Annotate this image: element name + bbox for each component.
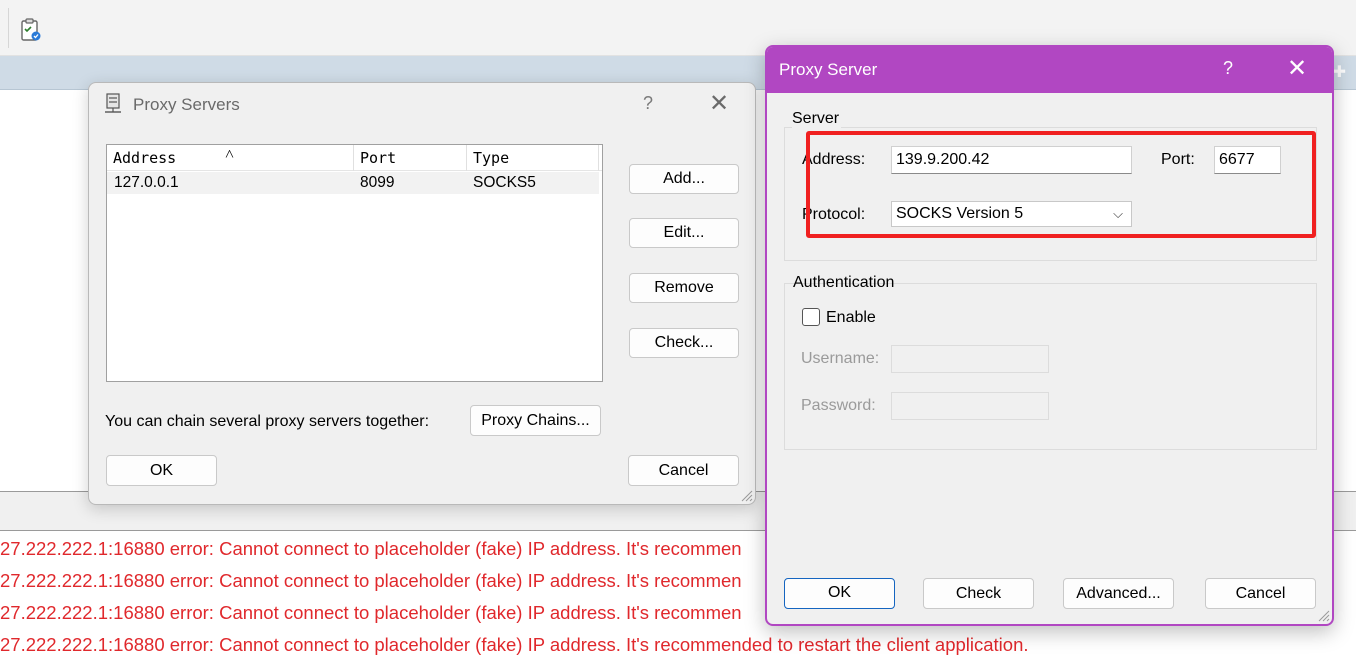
log-line: 27.222.222.1:16880 error: Cannot connect…: [0, 634, 1029, 655]
log-line: 27.222.222.1:16880 error: Cannot connect…: [0, 602, 742, 623]
proxy-servers-titlebar[interactable]: Proxy Servers ? ✕: [89, 83, 755, 127]
server-group-label: Server: [792, 110, 842, 128]
sort-ascending-icon: ˄: [225, 144, 235, 163]
username-label: Username:: [801, 350, 880, 367]
enable-checkbox[interactable]: [802, 308, 820, 326]
list-header: Address ˄ Port Type: [107, 144, 602, 171]
ok-button[interactable]: OK: [784, 578, 895, 609]
remove-button[interactable]: Remove: [629, 273, 739, 303]
proxy-chains-button[interactable]: Proxy Chains...: [470, 405, 601, 436]
chain-label: You can chain several proxy servers toge…: [105, 413, 430, 430]
close-icon[interactable]: ✕: [1287, 54, 1307, 83]
resize-grip-icon[interactable]: [1316, 608, 1330, 622]
proxy-servers-dialog: Proxy Servers ? ✕ Address ˄ Port Type 12…: [88, 82, 756, 505]
cell-port: 8099: [360, 174, 395, 191]
proxy-server-titlebar[interactable]: Proxy Server ? ✕: [767, 47, 1332, 93]
pin-icon[interactable]: ✚: [1333, 62, 1346, 82]
toolbar-separator: [8, 8, 9, 48]
enable-label[interactable]: Enable: [826, 309, 876, 327]
password-label: Password:: [801, 397, 876, 414]
help-icon[interactable]: ?: [643, 93, 653, 114]
check-button[interactable]: Check: [923, 578, 1034, 609]
add-button[interactable]: Add...: [629, 164, 739, 194]
red-highlight-box: [806, 131, 1316, 238]
column-header-address[interactable]: Address ˄: [107, 144, 354, 171]
clipboard-check-icon[interactable]: [20, 18, 42, 42]
help-icon[interactable]: ?: [1223, 58, 1233, 79]
log-line: 27.222.222.1:16880 error: Cannot connect…: [0, 538, 742, 559]
dialog-title: Proxy Servers: [133, 95, 240, 114]
proxy-list[interactable]: Address ˄ Port Type 127.0.0.1 8099 SOCKS…: [106, 144, 603, 382]
cell-type: SOCKS5: [473, 174, 536, 191]
username-field[interactable]: [891, 345, 1049, 373]
dialog-title: Proxy Server: [779, 60, 878, 79]
close-icon[interactable]: ✕: [709, 89, 729, 118]
password-field[interactable]: [891, 392, 1049, 420]
check-button[interactable]: Check...: [629, 328, 739, 358]
cell-address: 127.0.0.1: [114, 174, 179, 191]
column-header-type[interactable]: Type: [467, 145, 599, 171]
table-row[interactable]: 127.0.0.1 8099 SOCKS5: [107, 172, 599, 194]
resize-grip-icon[interactable]: [739, 488, 753, 502]
ok-button[interactable]: OK: [106, 455, 217, 486]
server-icon: [105, 93, 121, 113]
authentication-group-label: Authentication: [793, 274, 895, 291]
cancel-button[interactable]: Cancel: [1205, 578, 1316, 609]
edit-button[interactable]: Edit...: [629, 218, 739, 248]
advanced-button[interactable]: Advanced...: [1063, 578, 1174, 609]
cancel-button[interactable]: Cancel: [628, 455, 739, 486]
proxy-server-dialog: Proxy Server ? ✕ Server Address: 139.9.2…: [765, 45, 1334, 626]
column-header-port[interactable]: Port: [354, 145, 467, 171]
log-line: 27.222.222.1:16880 error: Cannot connect…: [0, 570, 742, 591]
